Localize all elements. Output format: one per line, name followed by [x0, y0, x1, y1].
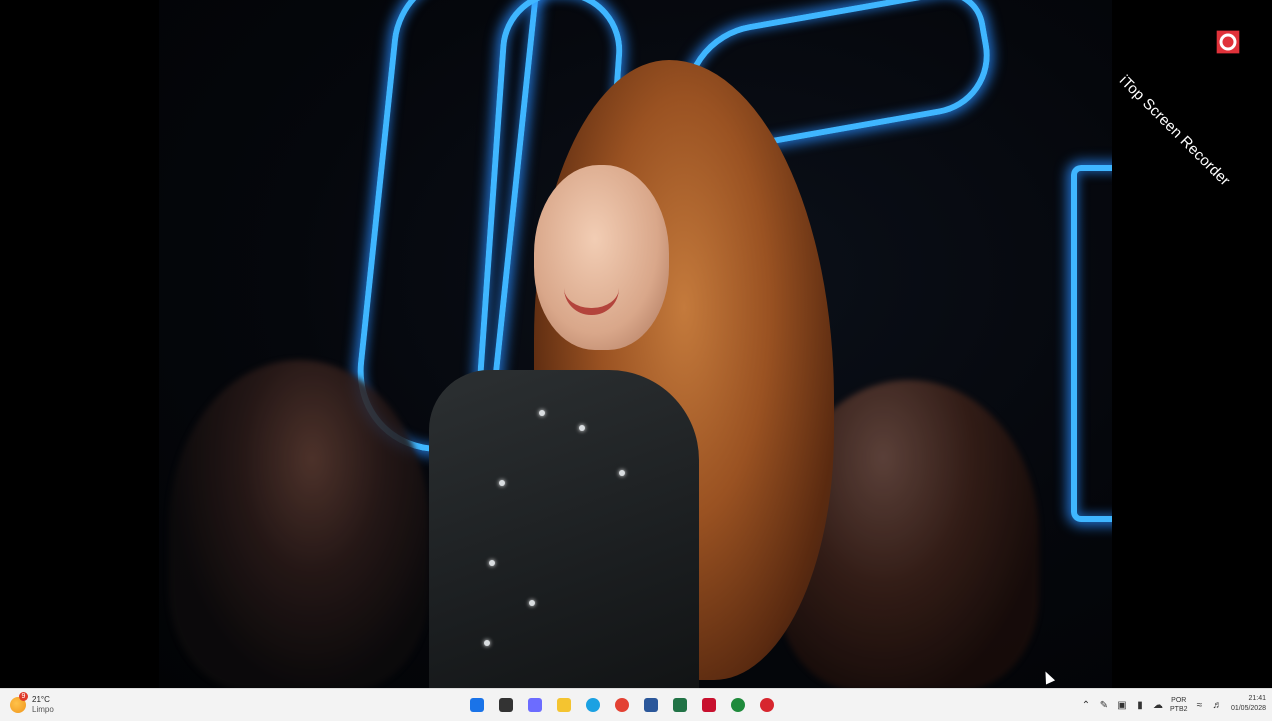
language-code: POR [1171, 697, 1187, 704]
task-view-button[interactable] [524, 694, 546, 716]
weather-temperature: 21°C [32, 695, 50, 704]
jacket-stud [484, 640, 490, 646]
wifi-icon[interactable]: ≈ [1194, 699, 1206, 711]
excel-icon [673, 698, 687, 712]
screen-capture-icon[interactable]: ▣ [1116, 699, 1128, 711]
screen-recorder-logo-icon [1216, 30, 1240, 54]
jacket-stud [489, 560, 495, 566]
search-icon [499, 698, 513, 712]
chrome-icon [615, 698, 629, 712]
screen-recorder-button[interactable] [756, 694, 778, 716]
taskbar: 9 21°C Limpo ⌃ ✎ ▣ ▮ ☁ POR PTB2 ≈ ♬ 21:4… [0, 688, 1272, 721]
windows-start-button[interactable] [466, 694, 488, 716]
edge-button[interactable] [582, 694, 604, 716]
red-app-icon [702, 698, 716, 712]
chevron-up-icon[interactable]: ⌃ [1080, 699, 1092, 711]
jacket-stud [579, 425, 585, 431]
clock[interactable]: 21:41 01/05/2028 [1222, 694, 1266, 714]
pen-icon[interactable]: ✎ [1098, 699, 1110, 711]
neon-sign-stroke [1071, 165, 1112, 522]
word-button[interactable] [640, 694, 662, 716]
file-explorer-button[interactable] [553, 694, 575, 716]
system-tray: ⌃ ✎ ▣ ▮ ☁ POR PTB2 ≈ ♬ [1080, 694, 1224, 716]
model-figure [414, 50, 834, 688]
edge-icon [586, 698, 600, 712]
chrome-button[interactable] [611, 694, 633, 716]
background-dancer-left [169, 360, 429, 688]
cloud-icon[interactable]: ☁ [1152, 699, 1164, 711]
model-jacket [429, 370, 699, 688]
jacket-stud [499, 480, 505, 486]
notification-badge: 9 [19, 692, 28, 701]
file-explorer-icon [557, 698, 571, 712]
screen-recorder-icon [760, 698, 774, 712]
model-face [534, 165, 669, 350]
green-app-icon [731, 698, 745, 712]
windows-start-icon [470, 698, 484, 712]
search-button[interactable] [495, 694, 517, 716]
weather-condition: Limpo [32, 705, 54, 714]
folder-icon[interactable]: ▮ [1134, 699, 1146, 711]
excel-button[interactable] [669, 694, 691, 716]
jacket-stud [539, 410, 545, 416]
language-indicator[interactable]: POR PTB2 [1170, 696, 1188, 714]
taskbar-apps [466, 694, 778, 716]
word-icon [644, 698, 658, 712]
video-frame [159, 0, 1112, 688]
red-app-button[interactable] [698, 694, 720, 716]
watermark-text: iTop Screen Recorder [1115, 72, 1234, 190]
jacket-stud [529, 600, 535, 606]
jacket-stud [619, 470, 625, 476]
clock-date: 01/05/2028 [1230, 705, 1266, 712]
task-view-icon [528, 698, 542, 712]
clock-time: 21:41 [1248, 695, 1266, 702]
keyboard-layout: PTB2 [1170, 706, 1188, 713]
green-app-button[interactable] [727, 694, 749, 716]
